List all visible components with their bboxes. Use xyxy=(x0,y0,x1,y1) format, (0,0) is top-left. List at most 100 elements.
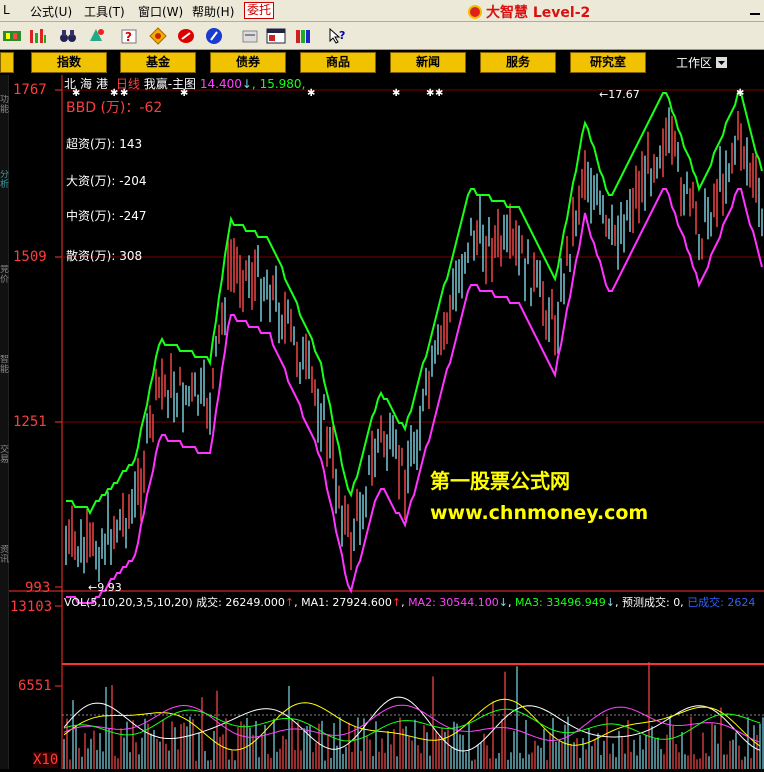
svg-text:?: ? xyxy=(339,29,345,42)
bbd-indicator: BBD (万)：-62 xyxy=(66,100,163,116)
menu-formula[interactable]: 公式(U) xyxy=(30,3,72,20)
weituo-button[interactable]: 委托 xyxy=(244,2,274,19)
ma1-label: MA1: xyxy=(301,596,329,609)
header-arrow-1: ↓ xyxy=(241,77,252,91)
price-label-1251: 1251 xyxy=(13,414,47,430)
strip-item-5[interactable]: 交易 xyxy=(0,445,9,485)
menu-bar: L 公式(U) 工具(T) 窗口(W) 帮助(H) 委托 大智慧 Level-2 xyxy=(0,0,764,22)
window-layout-icon[interactable] xyxy=(266,27,286,45)
vol-label-6551: 6551 xyxy=(18,678,52,694)
low-price-marker: ←9.93 xyxy=(88,581,122,594)
strip-item-6[interactable]: 资讯 xyxy=(0,545,9,585)
menu-help[interactable]: 帮助(H) xyxy=(192,3,234,20)
vol-header: VOL(5,10,20,3,5,10,20) 成交: 26249.000↑, M… xyxy=(64,596,756,609)
brand-icon xyxy=(468,5,482,19)
indicator-super: 超资(万): 143 xyxy=(66,135,142,152)
help-cursor-icon[interactable]: ? xyxy=(328,27,348,45)
books-icon[interactable] xyxy=(294,27,314,45)
diamond-icon[interactable] xyxy=(148,27,168,45)
indicator-retail: 散资(万): 308 xyxy=(66,247,142,264)
strip-item-1[interactable]: 功能 xyxy=(0,95,9,135)
toolbar: ? ? xyxy=(0,22,764,50)
info-icon[interactable]: ? xyxy=(120,27,140,45)
nav-commodity-button[interactable]: 商品 xyxy=(300,52,376,73)
quote-icon[interactable] xyxy=(2,27,22,45)
nav-fund-button[interactable]: 基金 xyxy=(120,52,196,73)
indicator-medium: 中资(万): -247 xyxy=(66,207,146,224)
indicator-value: 143 xyxy=(119,137,143,151)
event-star: ✱ xyxy=(435,88,443,99)
strip-item-2[interactable]: 分析 xyxy=(0,170,9,210)
indicator-value: 308 xyxy=(119,249,143,263)
volume-group xyxy=(63,662,764,769)
pen-icon[interactable] xyxy=(176,27,196,45)
nav-left-edge xyxy=(0,52,14,73)
strip-item-3[interactable]: 竞价 xyxy=(0,265,9,305)
vol-line-green xyxy=(63,708,761,742)
chart-header: 北海港 日线 我赢-主图 14.400↓, 15.980, xyxy=(64,77,306,91)
indicator-label: 大资(万): xyxy=(66,174,116,188)
vol-label-x10: X10 xyxy=(33,752,59,768)
ma1-value: 27924.600 xyxy=(332,596,392,609)
stock-name: 北海港 xyxy=(64,77,113,91)
header-value-2: 15.980 xyxy=(259,77,302,91)
nav-service-button[interactable]: 服务 xyxy=(480,52,556,73)
workarea-dropdown-icon[interactable] xyxy=(715,57,727,68)
alarm-icon[interactable] xyxy=(86,27,106,45)
left-function-strip: 功能 分析 竞价 智能 交易 资讯 xyxy=(0,75,9,769)
predict-value: 0, xyxy=(673,596,684,609)
globe-icon[interactable] xyxy=(204,27,224,45)
vol-cj-label: 成交: xyxy=(196,596,222,609)
minimize-icon[interactable] xyxy=(748,3,762,17)
low-price-value: 9.93 xyxy=(97,581,122,594)
bars-icon[interactable] xyxy=(28,27,48,45)
ma2-value: 30544.100 xyxy=(439,596,499,609)
indicator-large: 大资(万): -204 xyxy=(66,172,146,189)
menu-window[interactable]: 窗口(W) xyxy=(138,3,183,20)
brand-name: 大智慧 Level-2 xyxy=(486,5,591,21)
indicator-label: 中资(万): xyxy=(66,209,116,223)
indicator-label: 散资(万): xyxy=(66,249,116,263)
header-value-1: 14.400 xyxy=(199,77,242,91)
binoculars-icon[interactable] xyxy=(58,27,78,45)
indicator-label: 超资(万): xyxy=(66,137,116,151)
event-star: ✱ xyxy=(307,88,315,99)
indicator-value: -247 xyxy=(119,209,147,223)
predict-label: 预测成交: xyxy=(621,596,670,609)
done-value: 2624 xyxy=(727,596,756,609)
price-label-993: 993 xyxy=(25,580,51,596)
high-price-value: 17.67 xyxy=(608,88,640,101)
workarea-label[interactable]: 工作区 xyxy=(676,54,727,71)
nav-bond-button[interactable]: 债券 xyxy=(210,52,286,73)
watermark-title: 第一股票公式网 xyxy=(430,469,570,493)
menu-l[interactable]: L xyxy=(3,3,10,17)
doc-icon[interactable] xyxy=(240,27,260,45)
panel-label: 我赢-主图 xyxy=(143,77,197,91)
done-label: 已成交: xyxy=(687,596,724,609)
high-price-marker: ←17.67 xyxy=(599,88,640,101)
watermark-url: www.chnmoney.com xyxy=(430,502,649,524)
price-label-1767: 1767 xyxy=(13,82,47,98)
event-star: ✱ xyxy=(426,88,434,99)
nav-research-button[interactable]: 研究室 xyxy=(570,52,646,73)
indicator-value: -204 xyxy=(119,174,147,188)
svg-text:?: ? xyxy=(125,30,132,44)
ma3-value: 33496.949 xyxy=(546,596,606,609)
menu-tools[interactable]: 工具(T) xyxy=(84,3,125,20)
nav-index-button[interactable]: 指数 xyxy=(31,52,107,73)
nav-news-button[interactable]: 新闻 xyxy=(390,52,466,73)
vol-cj: 26249.000 xyxy=(225,596,285,609)
vol-label-13103: 13103 xyxy=(10,599,53,615)
strip-item-4[interactable]: 智能 xyxy=(0,355,9,395)
bbd-value: -62 xyxy=(139,100,163,116)
workarea-text: 工作区 xyxy=(676,56,713,70)
window-controls xyxy=(748,3,762,20)
bbd-unit: (万) xyxy=(100,100,126,116)
ma3-label: MA3: xyxy=(515,596,543,609)
bbd-name: BBD xyxy=(66,100,96,116)
price-label-1509: 1509 xyxy=(13,249,47,265)
ma2-label: MA2: xyxy=(408,596,436,609)
vol-title: VOL(5,10,20,3,5,10,20) xyxy=(64,596,193,609)
period-label[interactable]: 日线 xyxy=(116,77,140,91)
event-star: ✱ xyxy=(736,88,744,99)
